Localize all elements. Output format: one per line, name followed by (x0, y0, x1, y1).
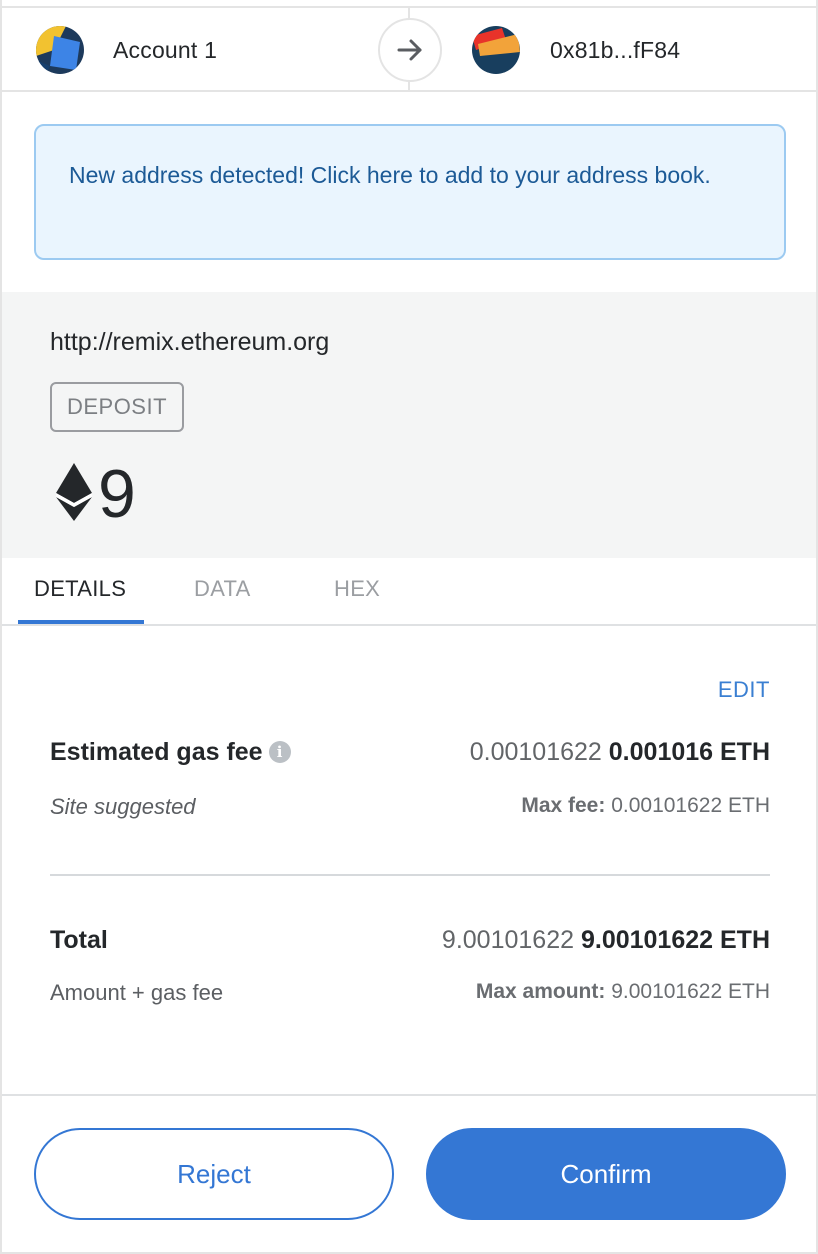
gas-fee-value: 0.00101622 0.001016 ETH (470, 738, 770, 767)
total-label: Total (50, 926, 108, 954)
max-amount-label: Max amount: (475, 980, 606, 1003)
tab-hex[interactable]: HEX (334, 576, 380, 602)
edit-gas-button[interactable]: EDIT (718, 677, 770, 703)
transaction-summary: http://remix.ethereum.org DEPOSIT 9 (2, 292, 816, 558)
recipient-address[interactable]: 0x81b...fF84 (412, 8, 816, 92)
tab-details[interactable]: DETAILS (34, 576, 126, 602)
gas-fee-primary: 0.001016 ETH (608, 738, 770, 766)
total-value: 9.00101622 9.00101622 ETH (442, 926, 770, 955)
max-fee-label: Max fee: (521, 794, 606, 817)
account-avatar (36, 26, 84, 74)
recipient-avatar (472, 26, 520, 74)
total-sublabel: Amount + gas fee (50, 980, 224, 1005)
max-fee-value: 0.00101622 ETH (611, 794, 770, 817)
info-icon[interactable]: i (268, 741, 291, 763)
arrow-right-icon (378, 18, 442, 82)
divider (50, 874, 770, 876)
sender-account-name: Account 1 (113, 36, 218, 63)
origin-url: http://remix.ethereum.org (50, 328, 330, 356)
tab-bar: DETAILS DATA HEX (2, 558, 816, 626)
sender-account[interactable]: Account 1 (2, 8, 410, 92)
max-fee: Max fee: 0.00101622 ETH (521, 794, 770, 818)
ethereum-icon (56, 462, 92, 526)
active-tab-indicator (18, 620, 144, 624)
new-address-banner[interactable]: New address detected! Click here to add … (34, 124, 786, 260)
gas-fee-label: Estimated gas fee (50, 738, 263, 766)
transaction-amount: 9 (56, 460, 136, 528)
reject-button[interactable]: Reject (34, 1128, 394, 1220)
footer-divider (2, 1094, 816, 1096)
total-secondary: 9.00101622 (441, 926, 575, 954)
total-primary: 9.00101622 ETH (580, 926, 770, 954)
gas-fee-secondary: 0.00101622 (469, 738, 602, 766)
gas-fee-sublabel: Site suggested (50, 794, 196, 819)
max-amount-value: 9.00101622 ETH (611, 980, 770, 1003)
recipient-address-text: 0x81b...fF84 (550, 36, 681, 63)
new-address-banner-text: New address detected! Click here to add … (69, 162, 711, 188)
amount-value: 9 (98, 456, 136, 532)
tab-data[interactable]: DATA (194, 576, 251, 602)
confirm-button[interactable]: Confirm (426, 1128, 786, 1220)
max-amount: Max amount: 9.00101622 ETH (476, 980, 770, 1004)
gas-fee-row-label: Estimated gas fee i (50, 738, 291, 767)
method-badge: DEPOSIT (50, 382, 184, 432)
